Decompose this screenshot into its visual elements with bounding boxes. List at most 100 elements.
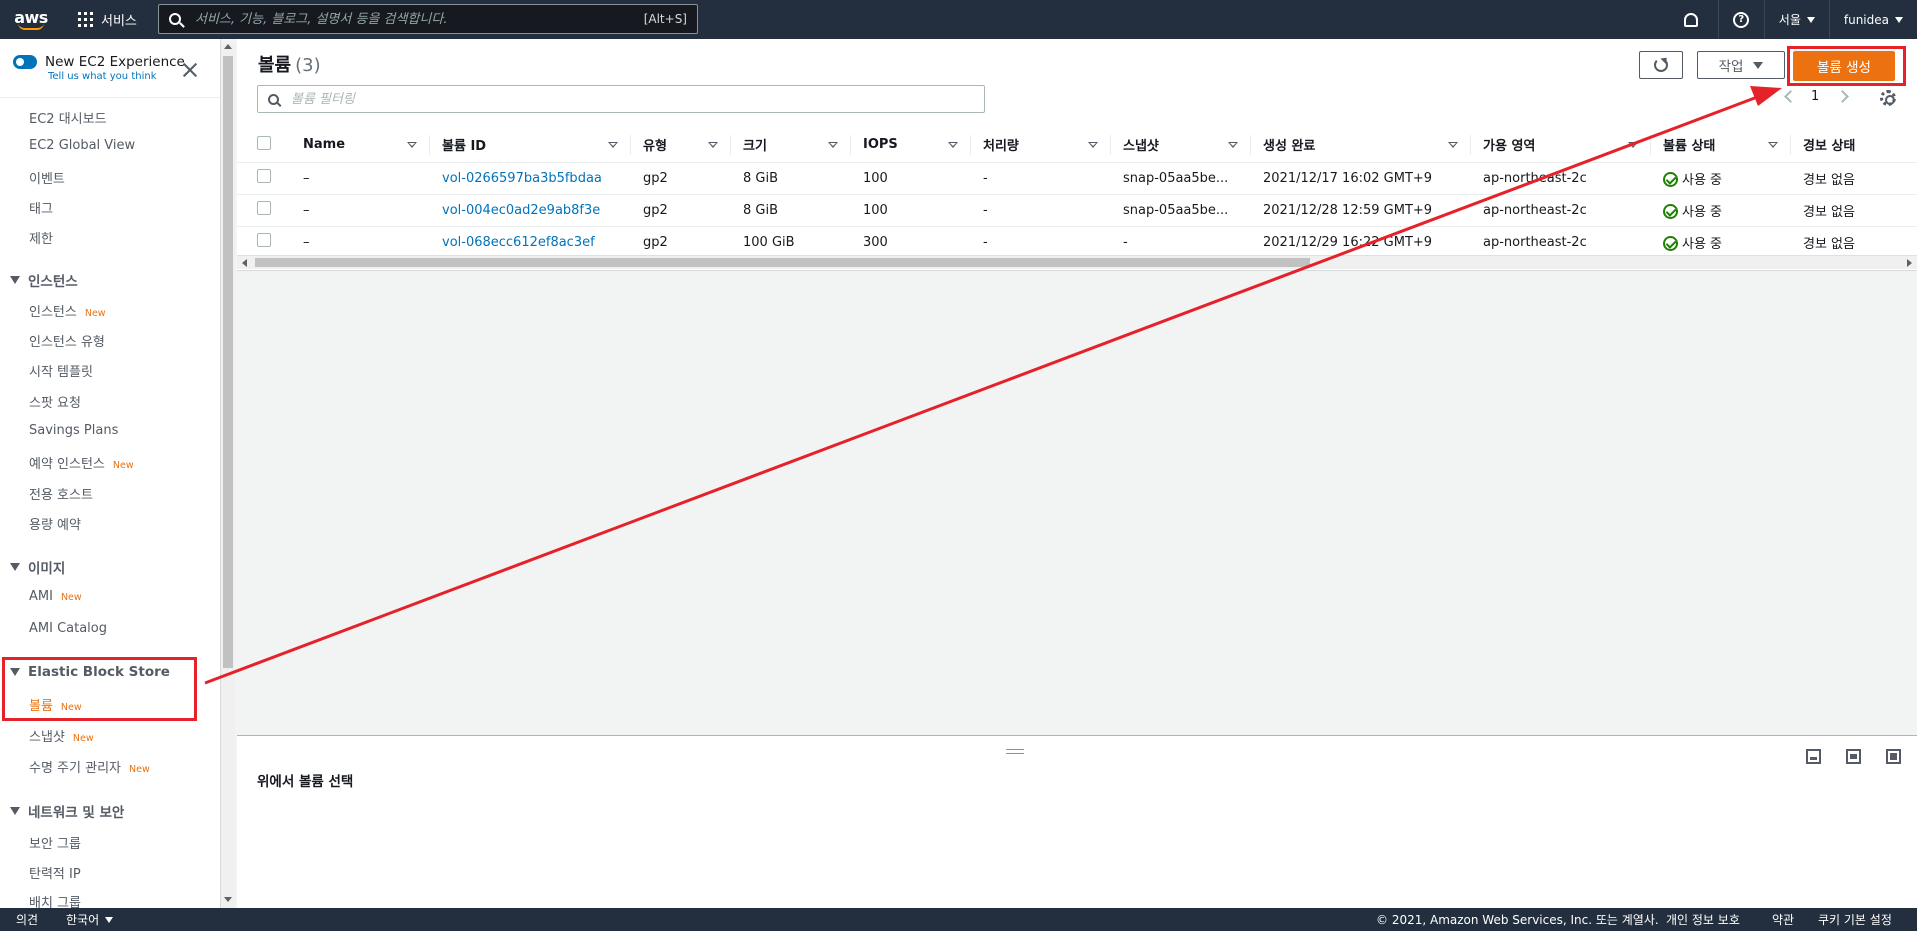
sidebar-item-elastic-ips[interactable]: 탄력적 IP [29, 863, 81, 882]
cell-type: gp2 [631, 226, 731, 259]
main-content: 볼륨(3) 작업 볼륨 생성 1 Name 볼륨 ID 유형 크기 IOPS 처… [237, 39, 1917, 908]
grid-icon [78, 12, 93, 27]
terms-link[interactable]: 약관 [1772, 911, 1794, 928]
horizontal-scrollbar-thumb[interactable] [255, 258, 1310, 267]
sidebar-item-savings-plans[interactable]: Savings Plans [29, 423, 118, 438]
column-header-name[interactable]: Name [291, 128, 430, 163]
cell-created: 2021/12/29 16:22 GMT+9 [1251, 226, 1471, 259]
column-header-created[interactable]: 생성 완료 [1251, 128, 1471, 163]
region-selector[interactable]: 서울 [1763, 0, 1829, 39]
sidebar-item-security-groups[interactable]: 보안 그룹 [29, 833, 81, 852]
sidebar-item-launch-templates[interactable]: 시작 템플릿 [29, 361, 93, 380]
volume-filter[interactable] [257, 85, 985, 113]
search-shortcut: [Alt+S] [643, 12, 687, 26]
split-bottom-icon[interactable] [1806, 749, 1821, 764]
help-button[interactable]: ? [1717, 0, 1764, 39]
copyright-text: © 2021, Amazon Web Services, Inc. 또는 계열사… [1376, 913, 1659, 927]
sidebar-item-instance-types[interactable]: 인스턴스 유형 [29, 331, 105, 350]
gear-icon[interactable] [1880, 90, 1896, 106]
sort-icon [948, 141, 958, 148]
sidebar-item-limits[interactable]: 제한 [29, 228, 53, 247]
new-experience-toggle[interactable] [13, 55, 37, 69]
sort-icon [1628, 141, 1638, 148]
privacy-link[interactable]: 개인 정보 보호 [1666, 911, 1740, 928]
column-header-iops[interactable]: IOPS [851, 128, 971, 163]
chevron-left-icon[interactable] [1784, 90, 1797, 103]
page-number[interactable]: 1 [1811, 89, 1819, 104]
sidebar-item-global-view[interactable]: EC2 Global View [29, 138, 135, 153]
cell-size: 8 GiB [731, 194, 851, 227]
sidebar-item-dedicated-hosts[interactable]: 전용 호스트 [29, 484, 93, 503]
scroll-down-icon[interactable] [224, 897, 232, 902]
scroll-right-icon[interactable] [1907, 259, 1912, 267]
table-row[interactable]: – vol-0266597ba3b5fbdaa gp2 8 GiB 100 - … [237, 162, 1917, 195]
caret-down-icon [105, 916, 114, 923]
column-header-throughput[interactable]: 처리량 [971, 128, 1111, 163]
table-horizontal-scrollbar[interactable] [237, 255, 1917, 269]
cell-alarm-status: 경보 없음 [1791, 226, 1917, 259]
sidebar-scrollbar-thumb[interactable] [223, 56, 233, 668]
sidebar-item-placement-groups[interactable]: 배치 그룹 [29, 892, 81, 908]
sidebar-section-instances[interactable]: 인스턴스 [10, 270, 78, 290]
column-header-size[interactable]: 크기 [731, 128, 851, 163]
sort-icon [608, 141, 618, 148]
sidebar-item-lifecycle-manager[interactable]: 수명 주기 관리자 New [29, 757, 150, 776]
column-header-snapshot[interactable]: 스냅샷 [1111, 128, 1251, 163]
feedback-link[interactable]: 의견 [16, 911, 38, 928]
chevron-right-icon[interactable] [1836, 90, 1849, 103]
sidebar-item-tags[interactable]: 태그 [29, 198, 53, 217]
search-icon [268, 93, 279, 105]
column-header-volume-state[interactable]: 볼륨 상태 [1651, 128, 1791, 163]
global-search[interactable]: [Alt+S] [158, 4, 698, 34]
column-label: 볼륨 상태 [1663, 139, 1716, 155]
column-header-alarm-status[interactable]: 경보 상태 [1791, 128, 1917, 163]
row-checkbox[interactable] [257, 201, 271, 215]
check-circle-icon [1663, 171, 1678, 187]
feedback-link[interactable]: Tell us what you think [48, 71, 157, 82]
sidebar-item-events[interactable]: 이벤트 [29, 168, 65, 187]
language-selector[interactable]: 한국어 [66, 911, 114, 928]
actions-button[interactable]: 작업 [1697, 51, 1785, 79]
table-row[interactable]: – vol-004ec0ad2e9ab8f3e gp2 8 GiB 100 - … [237, 194, 1917, 227]
sidebar-item-ami[interactable]: AMI New [29, 589, 82, 604]
column-header-availability-zone[interactable]: 가용 영역 [1471, 128, 1651, 163]
sidebar-section-images[interactable]: 이미지 [10, 557, 65, 577]
column-header-type[interactable]: 유형 [631, 128, 731, 163]
account-label: funidea [1843, 12, 1889, 27]
cell-volume-id-link[interactable]: vol-0266597ba3b5fbdaa [430, 162, 631, 195]
split-half-icon[interactable] [1846, 749, 1861, 764]
section-title: 이미지 [28, 561, 66, 577]
cell-volume-id-link[interactable]: vol-068ecc612ef8ac3ef [430, 226, 631, 259]
resize-handle[interactable] [1006, 749, 1024, 754]
scroll-left-icon[interactable] [242, 259, 247, 267]
aws-logo[interactable]: aws [0, 0, 62, 39]
column-header-volume-id[interactable]: 볼륨 ID [430, 128, 631, 163]
new-badge: New [60, 592, 82, 603]
volume-filter-input[interactable] [291, 91, 974, 107]
cell-volume-id-link[interactable]: vol-004ec0ad2e9ab8f3e [430, 194, 631, 227]
cell-iops: 100 [851, 162, 971, 195]
sidebar-item-ami-catalog[interactable]: AMI Catalog [29, 621, 107, 636]
sidebar-item-label: 예약 인스턴스 [29, 457, 105, 472]
services-menu[interactable]: 서비스 [78, 0, 137, 39]
select-all-checkbox[interactable] [257, 135, 271, 150]
row-checkbox[interactable] [257, 233, 271, 247]
table-row[interactable]: – vol-068ecc612ef8ac3ef gp2 100 GiB 300 … [237, 226, 1917, 259]
cookie-preferences-link[interactable]: 쿠키 기본 설정 [1818, 911, 1892, 928]
column-label: 볼륨 ID [442, 139, 487, 155]
refresh-button[interactable] [1639, 51, 1683, 79]
sidebar-item-ec2-dashboard[interactable]: EC2 대시보드 [29, 108, 107, 127]
sidebar-item-reserved-instances[interactable]: 예약 인스턴스 New [29, 453, 134, 472]
split-full-icon[interactable] [1886, 749, 1901, 764]
scroll-up-icon[interactable] [224, 44, 232, 49]
sidebar-item-capacity-reservations[interactable]: 용량 예약 [29, 514, 81, 533]
account-menu[interactable]: funidea [1828, 0, 1917, 39]
sidebar-item-spot-requests[interactable]: 스팟 요청 [29, 392, 81, 411]
sidebar-item-instances[interactable]: 인스턴스 New [29, 301, 106, 320]
sidebar-section-network-security[interactable]: 네트워크 및 보안 [10, 801, 124, 821]
row-checkbox[interactable] [257, 169, 271, 183]
close-icon[interactable] [181, 61, 199, 79]
global-search-input[interactable] [195, 11, 644, 27]
sidebar-item-snapshots[interactable]: 스냅샷 New [29, 726, 94, 745]
notifications-button[interactable] [1664, 0, 1718, 39]
